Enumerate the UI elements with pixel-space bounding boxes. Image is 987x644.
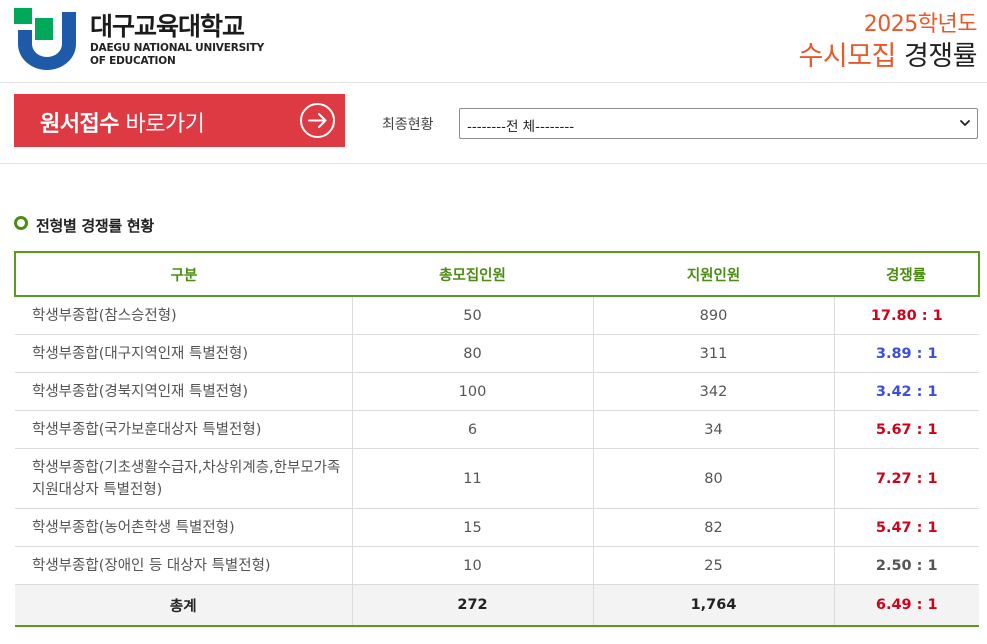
total-rate: 6.49 : 1: [833, 584, 979, 627]
page-title-part1: 수시모집: [798, 41, 897, 72]
row-category: 학생부종합(대구지역인재 특별전형): [15, 334, 353, 373]
row-applicants: 80: [592, 448, 835, 509]
row-applicants: 25: [592, 546, 835, 585]
apply-button-label: 원서접수 바로가기: [40, 106, 205, 138]
table-row: 학생부종합(농어촌학생 특별전형) 15 82 5.47 : 1: [15, 508, 979, 547]
circle-bullet-icon: [14, 216, 28, 230]
status-label: 최종현황: [382, 117, 434, 133]
university-emblem-icon: [14, 8, 76, 70]
total-applicants: 1,764: [592, 584, 835, 627]
page-title-part2: 경쟁률: [903, 41, 978, 72]
logo-text: 대구교육대학교 DAEGU NATIONAL UNIVERSITY OF EDU…: [90, 12, 264, 68]
row-category: 학생부종합(국가보훈대상자 특별전형): [15, 410, 353, 449]
row-applicants: 34: [592, 410, 835, 449]
row-rate: 2.50 : 1: [833, 546, 979, 585]
status-select[interactable]: --------전 체--------: [459, 108, 978, 139]
row-category: 학생부종합(참스승전형): [15, 295, 353, 335]
page-title: 수시모집 경쟁률: [799, 34, 978, 73]
table-row: 학생부종합(참스승전형) 50 890 17.80 : 1: [15, 295, 979, 335]
competition-rate-table: 구분 총모집인원 지원인원 경쟁률 학생부종합(참스승전형) 50 890 17…: [14, 251, 980, 627]
total-quota: 272: [351, 584, 594, 627]
table-row: 학생부종합(경북지역인재 특별전형) 100 342 3.42 : 1: [15, 372, 979, 411]
row-quota: 15: [351, 508, 594, 547]
total-label: 총계: [15, 584, 353, 627]
header-category: 구분: [14, 251, 352, 297]
logo-english-line1: DAEGU NATIONAL UNIVERSITY: [90, 42, 265, 54]
row-quota: 100: [351, 372, 594, 411]
table-row: 학생부종합(대구지역인재 특별전형) 80 311 3.89 : 1: [15, 334, 979, 373]
row-quota: 11: [351, 448, 594, 509]
arrow-right-circle-icon: [300, 103, 335, 138]
section-title: 전형별 경쟁률 현황: [36, 217, 154, 235]
university-logo[interactable]: 대구교육대학교 DAEGU NATIONAL UNIVERSITY OF EDU…: [14, 8, 274, 70]
table-header-row: 구분 총모집인원 지원인원 경쟁률: [14, 251, 980, 297]
apply-label-rest: 바로가기: [118, 112, 205, 137]
row-category: 학생부종합(경북지역인재 특별전형): [15, 372, 353, 411]
chevron-down-icon: [960, 120, 970, 126]
row-rate: 3.89 : 1: [833, 334, 979, 373]
row-rate: 5.47 : 1: [833, 508, 979, 547]
row-quota: 6: [351, 410, 594, 449]
table-row: 학생부종합(기초생활수급자,차상위계층,한부모가족 지원대상자 특별전형) 11…: [15, 448, 979, 509]
header-rate: 경쟁률: [834, 251, 980, 297]
row-quota: 80: [351, 334, 594, 373]
table-row: 학생부종합(국가보훈대상자 특별전형) 6 34 5.67 : 1: [15, 410, 979, 449]
logo-english-line2: OF EDUCATION: [90, 55, 176, 67]
section-divider: [0, 163, 987, 164]
row-rate: 3.42 : 1: [833, 372, 979, 411]
header-quota: 총모집인원: [352, 251, 593, 297]
header-applicants: 지원인원: [593, 251, 834, 297]
row-quota: 10: [351, 546, 594, 585]
apply-shortcut-button[interactable]: 원서접수 바로가기: [14, 94, 345, 147]
row-rate: 7.27 : 1: [833, 448, 979, 509]
row-applicants: 82: [592, 508, 835, 547]
row-category: 학생부종합(농어촌학생 특별전형): [15, 508, 353, 547]
status-select-value: --------전 체--------: [467, 119, 575, 135]
logo-korean-name: 대구교육대학교: [90, 12, 245, 41]
row-rate: 5.67 : 1: [833, 410, 979, 449]
row-applicants: 311: [592, 334, 835, 373]
row-category: 학생부종합(장애인 등 대상자 특별전형): [15, 546, 353, 585]
apply-label-bold: 원서접수: [40, 112, 119, 137]
table-total-row: 총계 272 1,764 6.49 : 1: [15, 584, 979, 627]
row-rate: 17.80 : 1: [833, 295, 979, 335]
table-row: 학생부종합(장애인 등 대상자 특별전형) 10 25 2.50 : 1: [15, 546, 979, 585]
row-applicants: 342: [592, 372, 835, 411]
page-header: 대구교육대학교 DAEGU NATIONAL UNIVERSITY OF EDU…: [0, 0, 987, 83]
row-applicants: 890: [592, 295, 835, 335]
row-category: 학생부종합(기초생활수급자,차상위계층,한부모가족 지원대상자 특별전형): [15, 448, 353, 509]
row-quota: 50: [351, 295, 594, 335]
